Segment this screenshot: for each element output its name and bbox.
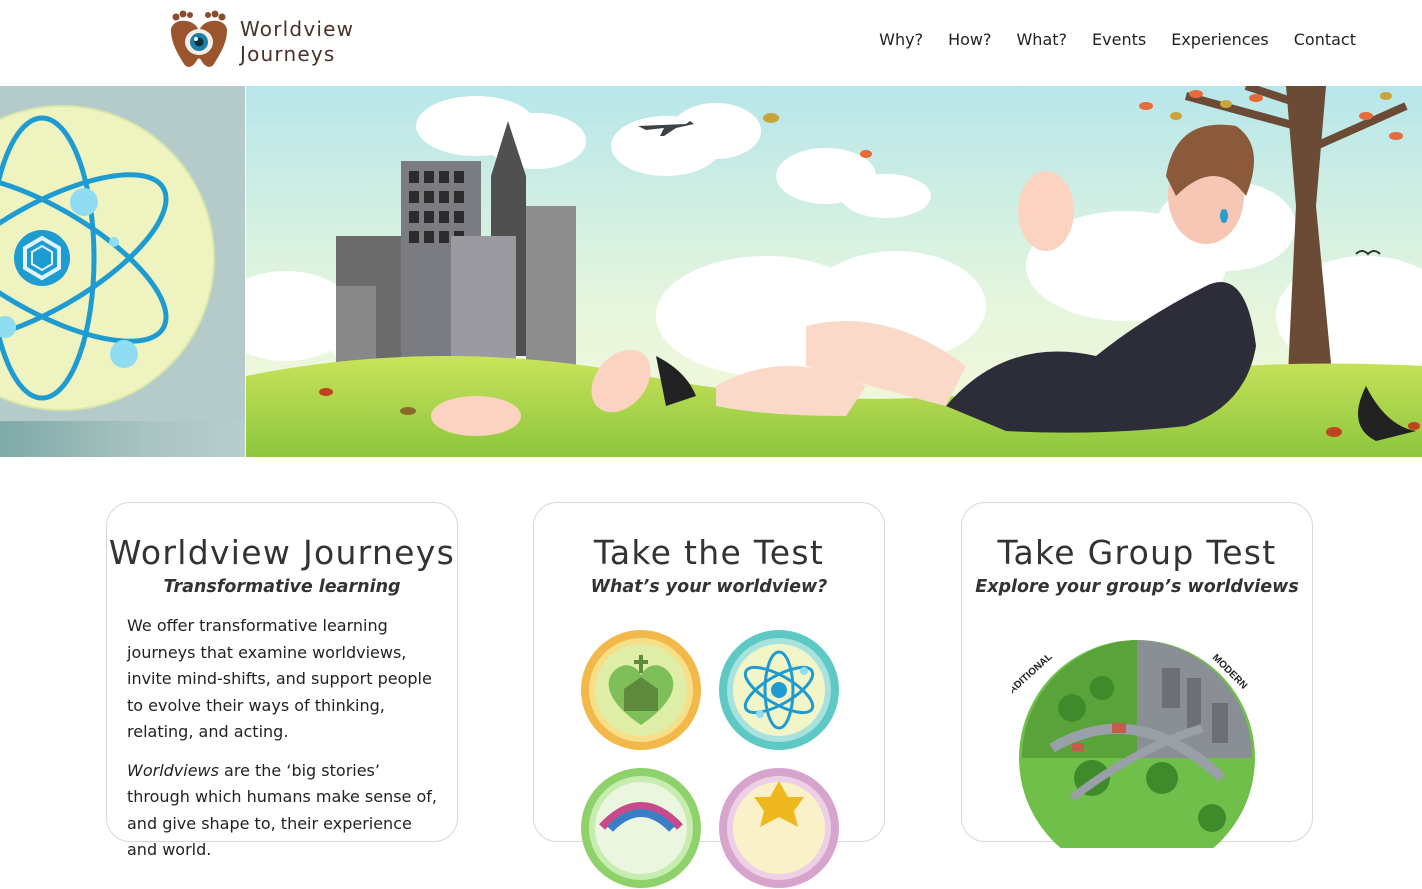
card-take-group-test[interactable]: Take Group Test Explore your group’s wor… xyxy=(961,502,1313,848)
atom-icon[interactable] xyxy=(718,629,840,751)
hero-slider[interactable] xyxy=(0,86,1422,457)
logo-line-2: Journeys xyxy=(240,42,336,66)
nav-how[interactable]: How? xyxy=(948,30,991,50)
nav-events[interactable]: Events xyxy=(1092,30,1146,50)
card-paragraph-1: We offer transformative learning journey… xyxy=(127,616,432,741)
site-header: Worldview Journeys Why? How? What? Event… xyxy=(0,0,1422,86)
card-subtitle: Explore your group’s worldviews xyxy=(975,577,1299,597)
main-nav: Why? How? What? Events Experiences Conta… xyxy=(879,30,1356,50)
heart-church-icon[interactable] xyxy=(580,629,702,751)
woman-masks-illustration xyxy=(246,86,1422,457)
card-body: We offer transformative learning journey… xyxy=(127,613,447,876)
logo-wordmark: Worldview Journeys xyxy=(240,17,354,67)
atom-illustration xyxy=(0,105,215,411)
card-title[interactable]: Take the Test xyxy=(534,533,884,573)
slide-shadow xyxy=(0,421,245,457)
card-title[interactable]: Worldview Journeys xyxy=(107,533,457,573)
card-title[interactable]: Take Group Test xyxy=(962,533,1312,573)
card-subtitle: Transformative learning xyxy=(163,577,401,597)
card-take-the-test[interactable]: Take the Test What’s your worldview? xyxy=(533,502,885,888)
hero-main-slide[interactable] xyxy=(246,86,1422,457)
site-logo[interactable]: Worldview Journeys xyxy=(168,10,368,72)
star-flower-icon[interactable] xyxy=(718,767,840,889)
worldview-globe-image[interactable]: TRADITIONAL MODERN xyxy=(1012,628,1262,848)
worldviews-emphasis: Worldviews xyxy=(127,760,219,780)
nav-what[interactable]: What? xyxy=(1016,30,1067,50)
card-subtitle: What’s your worldview? xyxy=(590,577,828,597)
nav-contact[interactable]: Contact xyxy=(1294,30,1356,50)
hero-prev-slide[interactable] xyxy=(0,86,245,457)
footprints-eye-icon xyxy=(170,10,228,67)
earth-arc-icon[interactable] xyxy=(580,767,702,889)
logo-line-1: Worldview xyxy=(240,17,355,41)
nav-experiences[interactable]: Experiences xyxy=(1171,30,1269,50)
card-worldview-journeys: Worldview Journeys Transformative learni… xyxy=(106,502,458,859)
nav-why[interactable]: Why? xyxy=(879,30,923,50)
